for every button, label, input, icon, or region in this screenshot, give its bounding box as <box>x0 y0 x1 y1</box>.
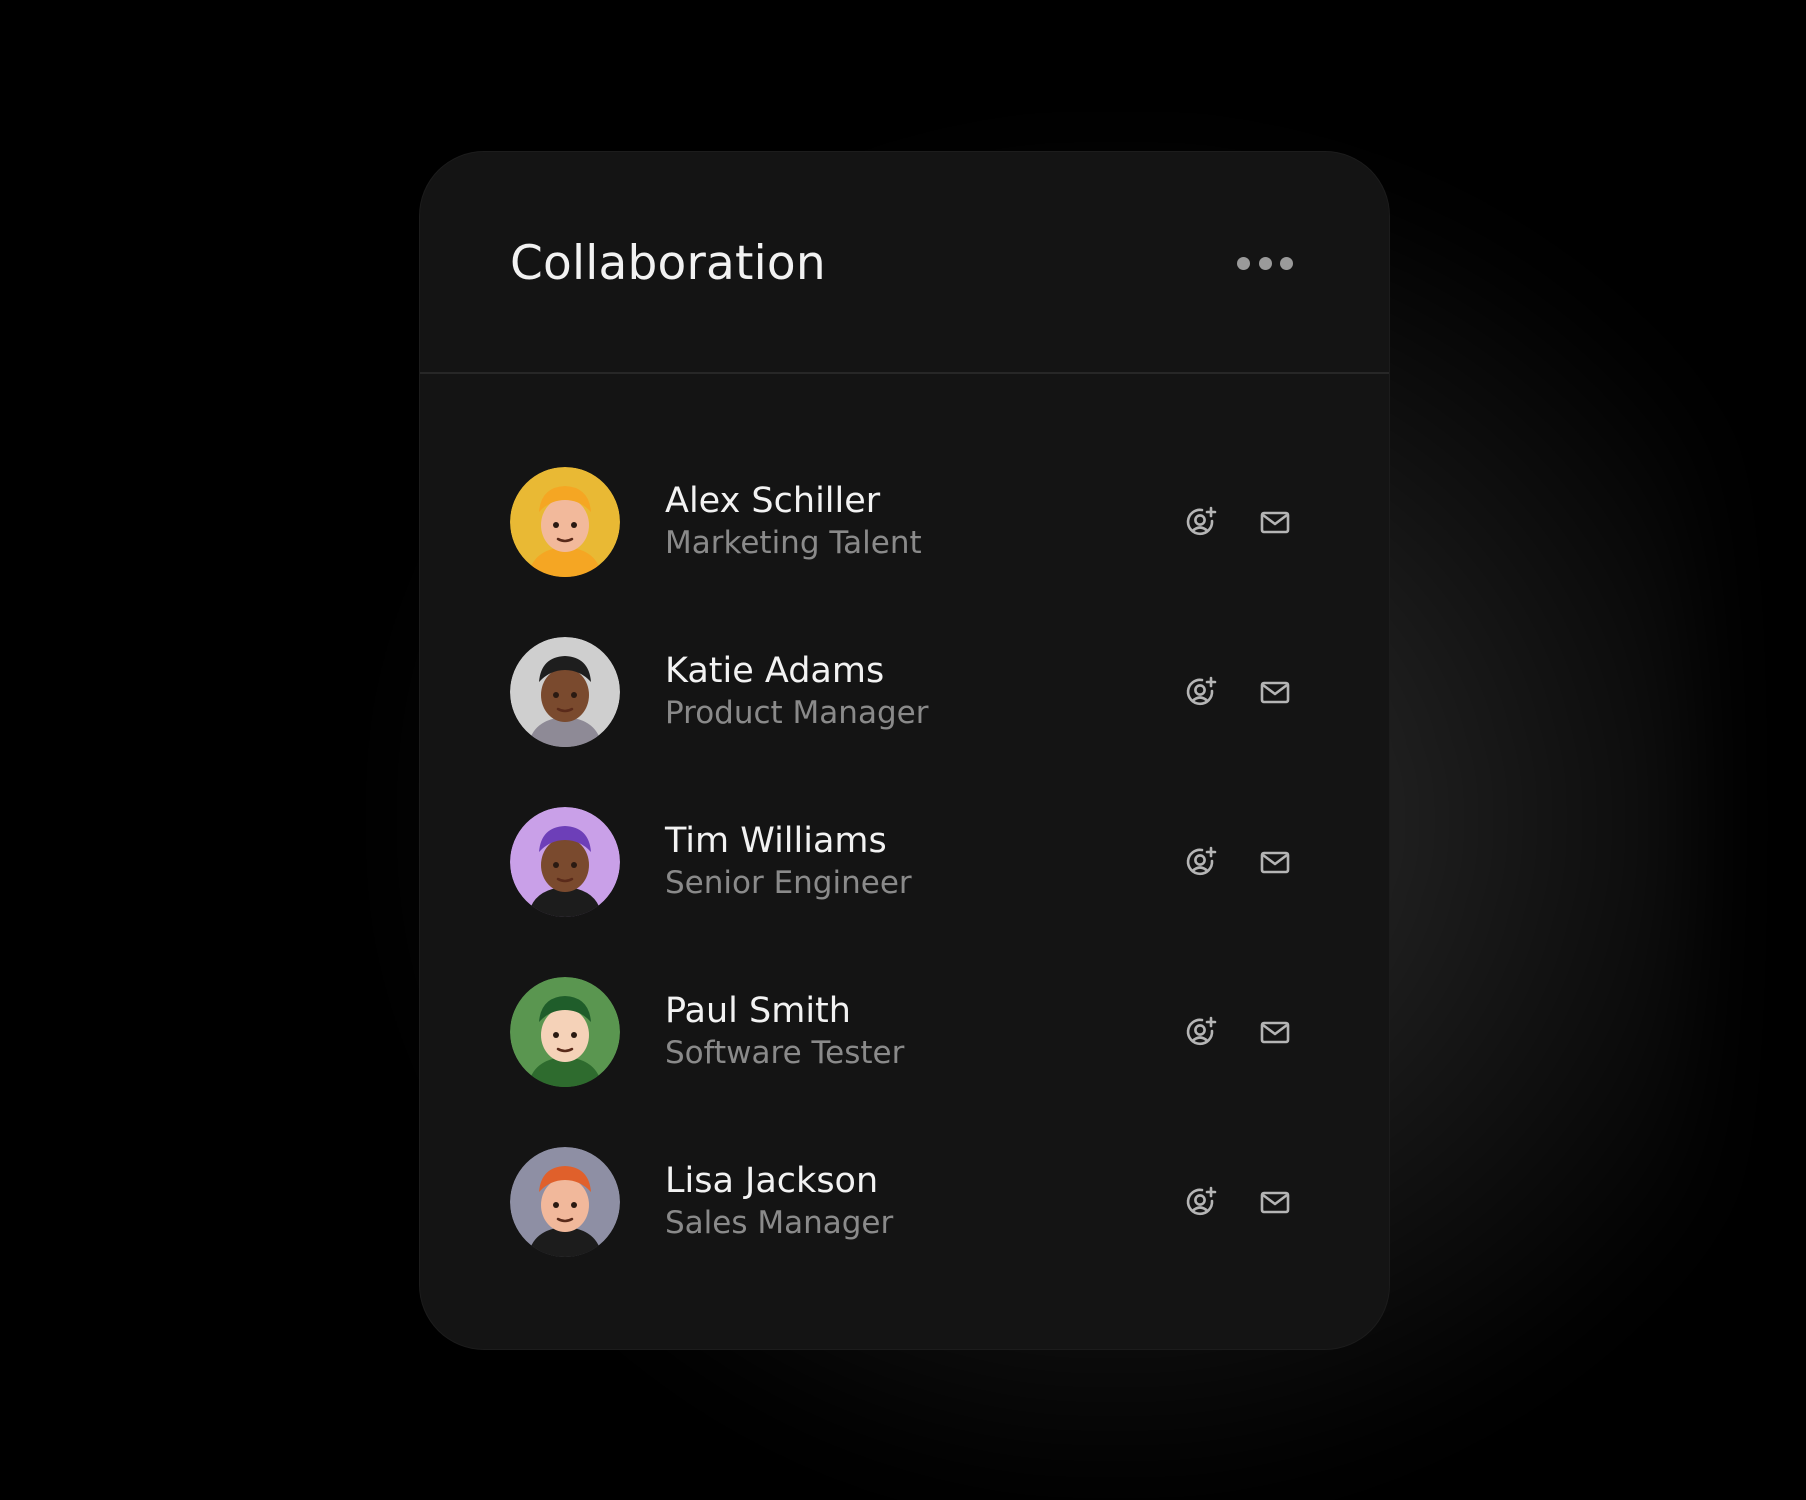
mail-icon <box>1260 1021 1290 1044</box>
add-user-button[interactable] <box>1183 1014 1219 1050</box>
member-role: Sales Manager <box>665 1204 894 1241</box>
member-row: Lisa Jackson Sales Manager <box>510 1147 1293 1257</box>
member-role: Senior Engineer <box>665 864 912 901</box>
add-user-icon <box>1186 1016 1217 1046</box>
mail-button[interactable] <box>1257 1014 1293 1050</box>
member-name: Paul Smith <box>665 991 851 1032</box>
member-actions <box>1183 1184 1293 1220</box>
add-user-button[interactable] <box>1183 504 1219 540</box>
member-info: Alex Schiller Marketing Talent <box>665 482 922 562</box>
member-row: Tim Williams Senior Engineer <box>510 807 1293 917</box>
card-header: Collaboration <box>420 152 1389 374</box>
collaboration-card: Collaboration Alex Schiller Marketing Ta… <box>420 152 1389 1349</box>
mail-icon <box>1260 511 1290 534</box>
more-button[interactable] <box>1237 248 1293 278</box>
avatar <box>510 1147 620 1257</box>
avatar-illustration <box>510 807 620 917</box>
mail-icon <box>1260 681 1290 704</box>
stage: Collaboration Alex Schiller Marketing Ta… <box>0 0 1806 1500</box>
add-user-button[interactable] <box>1183 844 1219 880</box>
member-name: Alex Schiller <box>665 481 881 522</box>
member-actions <box>1183 674 1293 710</box>
add-user-icon <box>1186 1186 1217 1216</box>
add-user-icon <box>1186 676 1217 706</box>
avatar-illustration <box>510 1147 620 1257</box>
mail-icon <box>1260 1191 1290 1214</box>
more-dot <box>1280 256 1293 270</box>
member-row: Alex Schiller Marketing Talent <box>510 467 1293 577</box>
more-horizontal-icon <box>1237 256 1250 270</box>
add-user-button[interactable] <box>1183 1184 1219 1220</box>
member-name: Katie Adams <box>665 651 885 692</box>
more-dot <box>1258 256 1272 270</box>
add-user-button[interactable] <box>1183 674 1219 710</box>
member-name: Lisa Jackson <box>665 1161 879 1202</box>
member-role: Product Manager <box>665 694 929 731</box>
add-user-icon <box>1186 846 1217 876</box>
member-info: Paul Smith Software Tester <box>665 992 904 1072</box>
member-list: Alex Schiller Marketing Talent Katie Ada… <box>510 467 1293 1317</box>
card-title: Collaboration <box>510 236 826 291</box>
member-name: Tim Williams <box>665 821 887 862</box>
member-actions <box>1183 844 1293 880</box>
mail-button[interactable] <box>1257 674 1293 710</box>
avatar <box>510 977 620 1087</box>
avatar <box>510 807 620 917</box>
member-info: Katie Adams Product Manager <box>665 652 928 732</box>
member-actions <box>1183 1014 1293 1050</box>
member-info: Tim Williams Senior Engineer <box>665 822 912 902</box>
avatar <box>510 467 620 577</box>
member-row: Katie Adams Product Manager <box>510 637 1293 747</box>
member-actions <box>1183 504 1293 540</box>
avatar <box>510 637 620 747</box>
member-role: Marketing Talent <box>665 524 922 561</box>
avatar-illustration <box>510 977 620 1087</box>
member-info: Lisa Jackson Sales Manager <box>665 1162 893 1242</box>
add-user-icon <box>1186 506 1217 536</box>
mail-button[interactable] <box>1257 844 1293 880</box>
member-row: Paul Smith Software Tester <box>510 977 1293 1087</box>
member-role: Software Tester <box>665 1034 905 1071</box>
avatar-illustration <box>510 467 620 577</box>
avatar-illustration <box>510 637 620 747</box>
mail-button[interactable] <box>1257 504 1293 540</box>
mail-button[interactable] <box>1257 1184 1293 1220</box>
mail-icon <box>1260 851 1290 874</box>
